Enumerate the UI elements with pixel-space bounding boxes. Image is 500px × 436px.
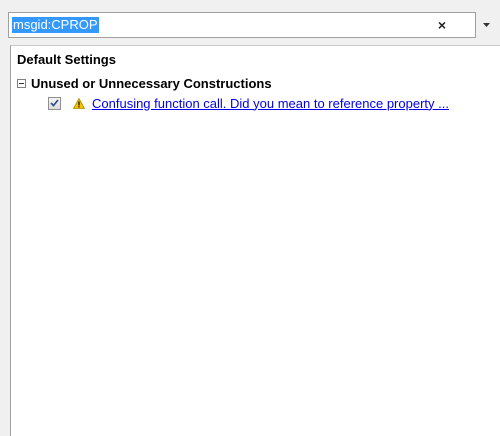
tree-group-unused-constructions[interactable]: Unused or Unnecessary Constructions (17, 74, 272, 92)
settings-tree-panel: Default Settings Unused or Unnecessary C… (10, 45, 500, 436)
section-title: Default Settings (17, 52, 116, 67)
checkmark-icon (50, 99, 59, 107)
warning-icon (73, 97, 85, 109)
item-checkbox[interactable] (48, 96, 61, 110)
tree-group-label: Unused or Unnecessary Constructions (31, 75, 272, 91)
clear-search-button[interactable]: × (433, 14, 451, 36)
search-input-value[interactable]: msgid:CPROP (12, 17, 99, 33)
search-input[interactable]: msgid:CPROP × (8, 12, 476, 38)
chevron-down-icon (482, 23, 490, 27)
item-link[interactable]: Confusing function call. Did you mean to… (92, 96, 449, 111)
tree-item: Confusing function call. Did you mean to… (48, 94, 449, 112)
collapse-icon[interactable] (17, 78, 26, 88)
search-dropdown-button[interactable] (476, 12, 496, 38)
search-row: msgid:CPROP × (8, 12, 496, 38)
